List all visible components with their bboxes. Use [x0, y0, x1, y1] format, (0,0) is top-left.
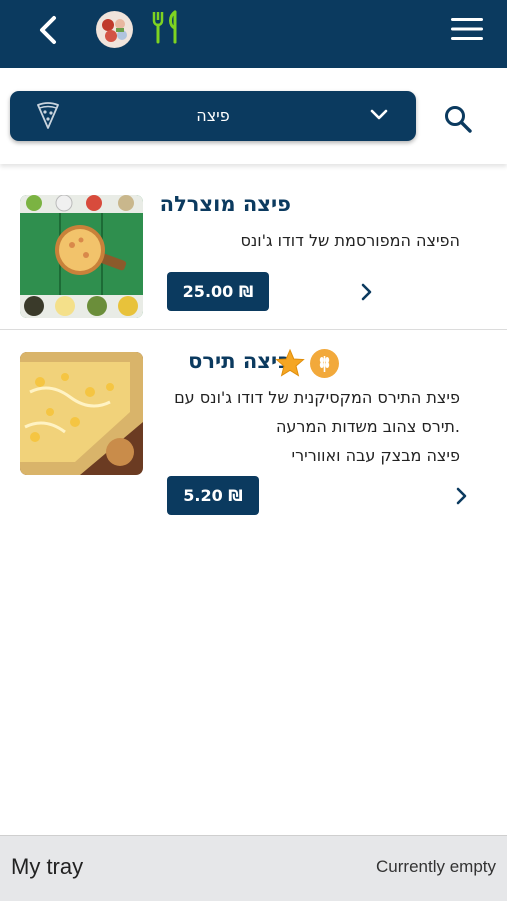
search-icon[interactable]	[443, 104, 473, 134]
selected-category-label: פיצה	[196, 106, 230, 125]
item-image-mozzarella-pizza[interactable]	[20, 195, 143, 318]
price-button[interactable]: 5.20 ₪	[167, 476, 259, 515]
chevron-down-icon	[370, 109, 388, 120]
wheat-icon	[310, 349, 339, 378]
app-header	[0, 0, 507, 68]
item-description-line: פיצה מבצק עבה ואוורירי	[291, 446, 460, 465]
item-description-line: הפיצה המפורסמת של דודו ג'ונס	[240, 231, 460, 250]
chevron-left-icon[interactable]	[34, 14, 64, 46]
category-dropdown[interactable]: פיצה	[10, 91, 416, 141]
item-name[interactable]: פיצה מוצרלה	[160, 192, 291, 216]
item-description: פיצת התירס המקסיקנית של דודו ג'ונס עם .ת…	[160, 383, 460, 470]
star-icon	[275, 348, 305, 377]
chevron-right-icon[interactable]	[360, 283, 372, 301]
fork-knife-icon	[152, 10, 177, 44]
chevron-right-icon[interactable]	[455, 487, 467, 505]
item-image-corn-pizza[interactable]	[20, 352, 143, 475]
tray-status: Currently empty	[376, 857, 496, 876]
tray-title: My tray	[11, 854, 84, 879]
price-button[interactable]: 25.00 ₪	[167, 272, 269, 311]
divider	[0, 329, 507, 330]
tray-bar[interactable]: My tray Currently empty	[0, 835, 507, 901]
restaurant-logo[interactable]	[96, 11, 133, 48]
hamburger-menu-icon[interactable]	[451, 17, 483, 41]
item-description-line: פיצת התירס המקסיקנית של דודו ג'ונס עם	[174, 388, 460, 407]
item-description-line: .תירס צהוב משדות המרעה	[275, 417, 460, 436]
item-description: הפיצה המפורסמת של דודו ג'ונס	[160, 226, 460, 255]
